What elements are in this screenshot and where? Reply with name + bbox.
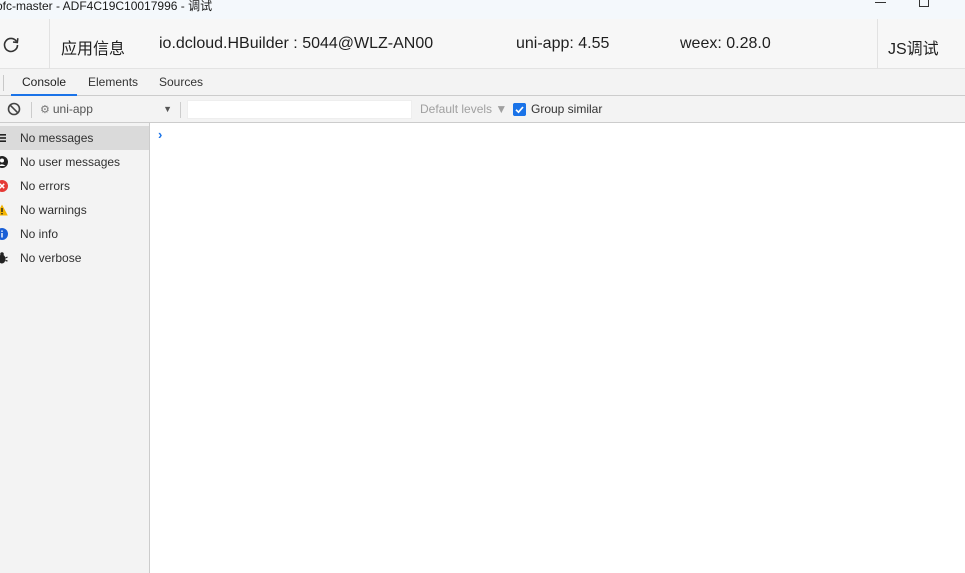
- sidebar-item-label: No messages: [20, 131, 94, 145]
- group-similar-label[interactable]: Group similar: [531, 96, 602, 123]
- divider: [3, 75, 4, 91]
- sidebar-item-label: No warnings: [20, 203, 87, 217]
- console-toolbar: ⚙ uni-app ▼ Default levels ▼ Group simila…: [0, 96, 965, 123]
- sidebar-item-info[interactable]: No info: [0, 222, 149, 246]
- tab-elements[interactable]: Elements: [77, 69, 149, 96]
- package-info: io.dcloud.HBuilder : 5044@WLZ-AN00: [159, 35, 434, 52]
- filter-input[interactable]: [187, 100, 412, 119]
- divider: [180, 102, 181, 118]
- console-prompt-icon[interactable]: ›: [158, 127, 162, 142]
- group-similar-checkbox[interactable]: [513, 103, 526, 116]
- window-title: ofc-master - ADF4C19C10017996 - 调试: [0, 0, 213, 13]
- dropdown-arrow-icon: ▼: [163, 104, 172, 114]
- context-label: uni-app: [52, 102, 93, 116]
- weex-version: weex: 0.28.0: [680, 35, 771, 52]
- sidebar-item-messages[interactable]: No messages: [0, 126, 149, 150]
- sidebar-item-label: No errors: [20, 179, 71, 193]
- warning-icon: [0, 204, 8, 216]
- sidebar-item-warnings[interactable]: No warnings: [0, 198, 149, 222]
- divider: [49, 19, 50, 69]
- app-info-button[interactable]: 应用信息: [61, 35, 125, 59]
- info-icon: [0, 228, 8, 240]
- sidebar-item-label: No user messages: [20, 155, 121, 169]
- list-icon: [0, 134, 6, 142]
- sidebar-item-label: No info: [20, 227, 59, 241]
- minimize-icon[interactable]: [875, 2, 886, 3]
- tab-console[interactable]: Console: [11, 69, 78, 96]
- log-levels-dropdown[interactable]: Default levels ▼: [420, 96, 507, 123]
- context-gear-icon: ⚙: [40, 104, 50, 116]
- clear-console-icon[interactable]: [7, 102, 21, 116]
- js-debug-button[interactable]: JS调试: [888, 35, 939, 59]
- window-titlebar: ofc-master - ADF4C19C10017996 - 调试: [0, 0, 965, 19]
- bug-icon: [0, 252, 8, 264]
- uniapp-version: uni-app: 4.55: [516, 35, 610, 52]
- tab-sources[interactable]: Sources: [148, 69, 214, 96]
- context-select[interactable]: ⚙ uni-app ▼: [40, 96, 176, 123]
- console-output[interactable]: ›: [150, 123, 965, 573]
- refresh-icon[interactable]: [2, 36, 20, 54]
- devtools-tabbar: Console Elements Sources: [0, 69, 965, 96]
- divider: [31, 102, 32, 118]
- sidebar-item-label: No verbose: [20, 251, 82, 265]
- error-icon: [0, 180, 8, 192]
- divider: [877, 19, 878, 69]
- console-sidebar: No messages No user messages No errors N…: [0, 123, 150, 573]
- maximize-icon[interactable]: [919, 0, 929, 7]
- sidebar-item-verbose[interactable]: No verbose: [0, 246, 149, 270]
- sidebar-item-errors[interactable]: No errors: [0, 174, 149, 198]
- sidebar-item-user-messages[interactable]: No user messages: [0, 150, 149, 174]
- device-info-bar: 应用信息 io.dcloud.HBuilder : 5044@WLZ-AN00 …: [0, 19, 965, 69]
- user-icon: [0, 156, 8, 168]
